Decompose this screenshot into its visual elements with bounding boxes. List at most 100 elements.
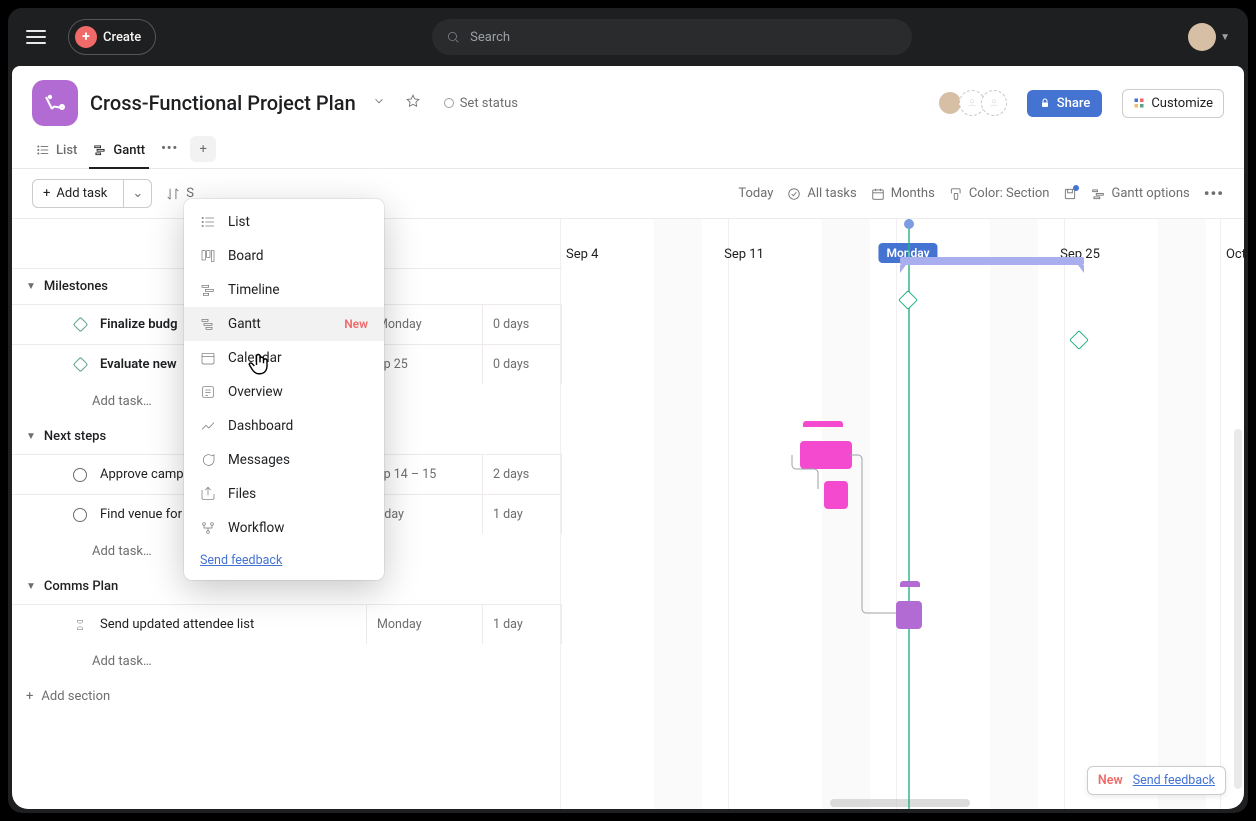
add-tab-button[interactable]: + <box>190 136 216 162</box>
status-label: Set status <box>460 96 518 111</box>
menu-item-label: Messages <box>228 452 290 468</box>
members[interactable] <box>941 90 1007 116</box>
gantt-section-cap <box>900 581 920 587</box>
menu-feedback-link[interactable]: Send feedback <box>184 545 384 574</box>
plus-icon: + <box>26 689 33 704</box>
menu-item-label: Workflow <box>228 520 284 536</box>
task-duration: 1 day <box>482 605 562 644</box>
search-icon <box>446 30 460 44</box>
menu-item-label: Timeline <box>228 282 280 298</box>
calendar-icon <box>200 350 216 366</box>
gantt-icon <box>93 143 107 157</box>
tab-gantt[interactable]: Gantt <box>89 137 149 168</box>
milestone-icon <box>72 317 88 333</box>
menu-toggle[interactable] <box>26 23 54 51</box>
menu-item-label: Calendar <box>228 350 282 366</box>
project-dropdown-icon[interactable] <box>368 90 390 116</box>
task-duration: 1 day <box>482 495 562 534</box>
share-label: Share <box>1057 96 1091 111</box>
new-badge: New <box>344 317 368 331</box>
menu-item-label: Files <box>228 486 256 502</box>
milestone-icon <box>72 357 88 373</box>
avatar <box>1188 23 1216 51</box>
color-label: Color: Section <box>969 186 1050 201</box>
lock-icon <box>1039 97 1051 109</box>
check-icon <box>787 187 801 201</box>
menu-item-gantt[interactable]: Gantt New <box>184 307 384 341</box>
create-label: Create <box>103 30 141 45</box>
check-circle-icon[interactable] <box>72 467 88 483</box>
menu-item-label: Board <box>228 248 264 264</box>
create-button[interactable]: + Create <box>68 19 156 55</box>
task-duration: 0 days <box>482 305 562 344</box>
timeline-icon <box>200 282 216 298</box>
set-status-button[interactable]: Set status <box>436 92 526 115</box>
chevron-down-icon: ▼ <box>26 281 36 292</box>
add-section-button[interactable]: + Add section <box>12 679 562 714</box>
all-tasks-label: All tasks <box>807 186 856 201</box>
task-duration: 2 days <box>482 455 562 494</box>
gantt-section-cap <box>803 421 843 427</box>
menu-item-list[interactable]: List <box>184 205 384 239</box>
today-button[interactable]: Today <box>738 186 773 201</box>
share-button[interactable]: Share <box>1027 90 1103 117</box>
save-view-button[interactable] <box>1063 187 1077 201</box>
list-icon <box>200 214 216 230</box>
customize-icon <box>1133 97 1145 109</box>
add-task-caret[interactable]: ⌄ <box>123 180 151 207</box>
customize-label: Customize <box>1151 96 1213 111</box>
check-circle-icon[interactable] <box>72 507 88 523</box>
task-name: Send updated attendee list <box>100 617 366 632</box>
menu-item-label: Gantt <box>228 316 261 332</box>
months-label: Months <box>891 186 935 201</box>
hourglass-icon <box>72 617 88 633</box>
menu-item-label: Dashboard <box>228 418 293 434</box>
tab-list-label: List <box>56 143 77 158</box>
menu-item-files[interactable]: Files <box>184 477 384 511</box>
project-title: Cross-Functional Project Plan <box>90 91 356 115</box>
section-name: Comms Plan <box>44 579 118 594</box>
gantt-bar[interactable] <box>896 601 922 629</box>
menu-item-timeline[interactable]: Timeline <box>184 273 384 307</box>
toolbar-more-button[interactable]: ••• <box>1204 184 1224 203</box>
files-icon <box>200 486 216 502</box>
section-name: Milestones <box>44 279 108 294</box>
gantt-icon <box>200 316 216 332</box>
project-icon <box>32 80 78 126</box>
add-task-link[interactable]: Add task… <box>12 644 562 679</box>
menu-item-label: List <box>228 214 250 230</box>
menu-item-messages[interactable]: Messages <box>184 443 384 477</box>
task-date: Monday <box>366 605 482 644</box>
add-task-button[interactable]: +Add task ⌄ <box>32 179 152 208</box>
all-tasks-button[interactable]: All tasks <box>787 186 856 201</box>
menu-item-board[interactable]: Board <box>184 239 384 273</box>
gantt-milestone[interactable] <box>898 290 918 310</box>
task-duration: 0 days <box>482 345 562 384</box>
menu-item-workflow[interactable]: Workflow <box>184 511 384 545</box>
section-name: Next steps <box>44 429 106 444</box>
chevron-down-icon: ▼ <box>1220 32 1230 43</box>
gantt-bar[interactable] <box>800 441 852 469</box>
task-row[interactable]: Send updated attendee list Monday 1 day <box>12 604 562 644</box>
menu-item-overview[interactable]: Overview <box>184 375 384 409</box>
gantt-summary-bar[interactable] <box>900 257 1084 265</box>
tab-list[interactable]: List <box>32 137 81 168</box>
customize-button[interactable]: Customize <box>1122 89 1224 118</box>
messages-icon <box>200 452 216 468</box>
star-icon[interactable] <box>402 90 424 116</box>
menu-item-calendar[interactable]: Calendar <box>184 341 384 375</box>
color-button[interactable]: Color: Section <box>949 186 1050 201</box>
gantt-options-label: Gantt options <box>1111 186 1189 201</box>
user-menu[interactable]: ▼ <box>1188 23 1230 51</box>
gantt-milestone[interactable] <box>1069 330 1089 350</box>
dashboard-icon <box>200 418 216 434</box>
search-input[interactable]: Search <box>432 19 912 55</box>
tab-more-button[interactable]: ••• <box>157 141 182 164</box>
gantt-bar[interactable] <box>824 481 848 509</box>
gantt-options-button[interactable]: Gantt options <box>1091 186 1189 201</box>
months-button[interactable]: Months <box>871 186 935 201</box>
add-member-icon <box>981 90 1007 116</box>
plus-icon: + <box>43 186 50 201</box>
calendar-icon <box>871 187 885 201</box>
menu-item-dashboard[interactable]: Dashboard <box>184 409 384 443</box>
